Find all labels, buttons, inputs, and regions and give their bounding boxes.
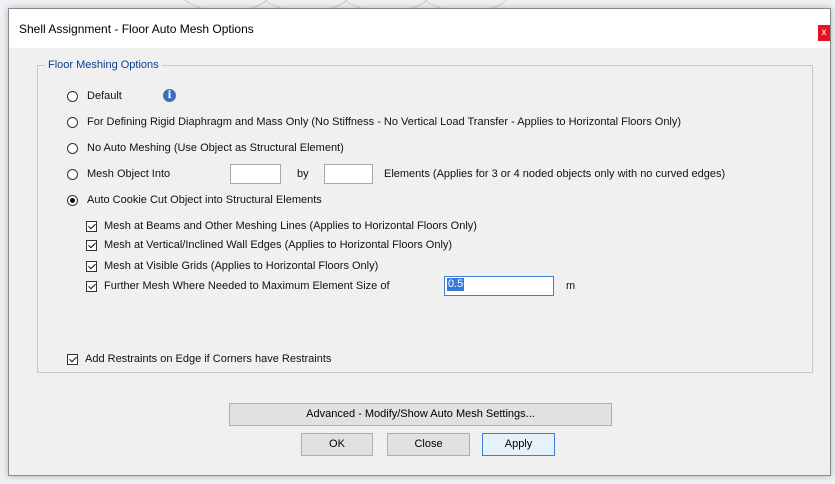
radio-cookie-cut-control[interactable] (67, 194, 78, 206)
radio-default[interactable]: Default (67, 90, 122, 102)
check-walls-control[interactable] (86, 239, 97, 251)
radio-mesh-into-label: Mesh Object Into (87, 168, 171, 180)
radio-no-auto-label: No Auto Meshing (Use Object as Structura… (87, 142, 344, 154)
max-element-size-input[interactable]: 0.5 (444, 276, 554, 296)
radio-no-auto-control[interactable] (67, 142, 78, 154)
close-icon[interactable]: x (818, 25, 830, 41)
info-icon[interactable]: i (163, 89, 176, 102)
dialog-title: Shell Assignment - Floor Auto Mesh Optio… (19, 22, 254, 36)
radio-mesh-into-control[interactable] (67, 168, 78, 180)
radio-cookie-cut-label: Auto Cookie Cut Object into Structural E… (87, 194, 322, 206)
check-add-restraints[interactable]: Add Restraints on Edge if Corners have R… (67, 353, 331, 365)
check-mesh-at-beams[interactable]: Mesh at Beams and Other Meshing Lines (A… (86, 220, 477, 232)
close-button[interactable]: Close (387, 433, 470, 456)
radio-no-auto-meshing[interactable]: No Auto Meshing (Use Object as Structura… (67, 142, 344, 154)
elements-label: Elements (Applies for 3 or 4 noded objec… (384, 168, 726, 180)
check-restraints-label: Add Restraints on Edge if Corners have R… (85, 353, 332, 365)
check-walls-label: Mesh at Vertical/Inclined Wall Edges (Ap… (104, 239, 453, 251)
radio-rigid-control[interactable] (67, 116, 78, 128)
radio-rigid-diaphragm[interactable]: For Defining Rigid Diaphragm and Mass On… (67, 116, 681, 128)
radio-auto-cookie-cut[interactable]: Auto Cookie Cut Object into Structural E… (67, 194, 322, 206)
radio-default-label: Default (87, 90, 122, 102)
advanced-settings-button[interactable]: Advanced - Modify/Show Auto Mesh Setting… (229, 403, 612, 426)
check-mesh-at-visible-grids[interactable]: Mesh at Visible Grids (Applies to Horizo… (86, 260, 378, 272)
check-further-label: Further Mesh Where Needed to Maximum Ele… (104, 280, 390, 292)
mesh-into-count-1-input[interactable] (230, 164, 281, 184)
by-label: by (297, 168, 309, 180)
check-beams-control[interactable] (86, 220, 97, 232)
radio-rigid-label: For Defining Rigid Diaphragm and Mass On… (87, 116, 682, 128)
mesh-into-count-2-input[interactable] (324, 164, 373, 184)
group-title: Floor Meshing Options (45, 59, 162, 71)
radio-mesh-object-into[interactable]: Mesh Object Into (67, 168, 170, 180)
max-element-size-value: 0.5 (447, 278, 465, 291)
title-bar[interactable]: Shell Assignment - Floor Auto Mesh Optio… (9, 9, 830, 48)
check-restraints-control[interactable] (67, 353, 78, 365)
floor-meshing-options-group (37, 65, 813, 373)
ok-button[interactable]: OK (301, 433, 373, 456)
check-grids-control[interactable] (86, 260, 97, 272)
check-beams-label: Mesh at Beams and Other Meshing Lines (A… (104, 220, 477, 232)
check-further-mesh[interactable]: Further Mesh Where Needed to Maximum Ele… (86, 280, 390, 292)
radio-default-control[interactable] (67, 90, 78, 102)
unit-label: m (566, 280, 576, 292)
apply-button[interactable]: Apply (482, 433, 555, 456)
check-grids-label: Mesh at Visible Grids (Applies to Horizo… (104, 260, 379, 272)
check-further-control[interactable] (86, 280, 97, 292)
check-mesh-at-wall-edges[interactable]: Mesh at Vertical/Inclined Wall Edges (Ap… (86, 239, 452, 251)
